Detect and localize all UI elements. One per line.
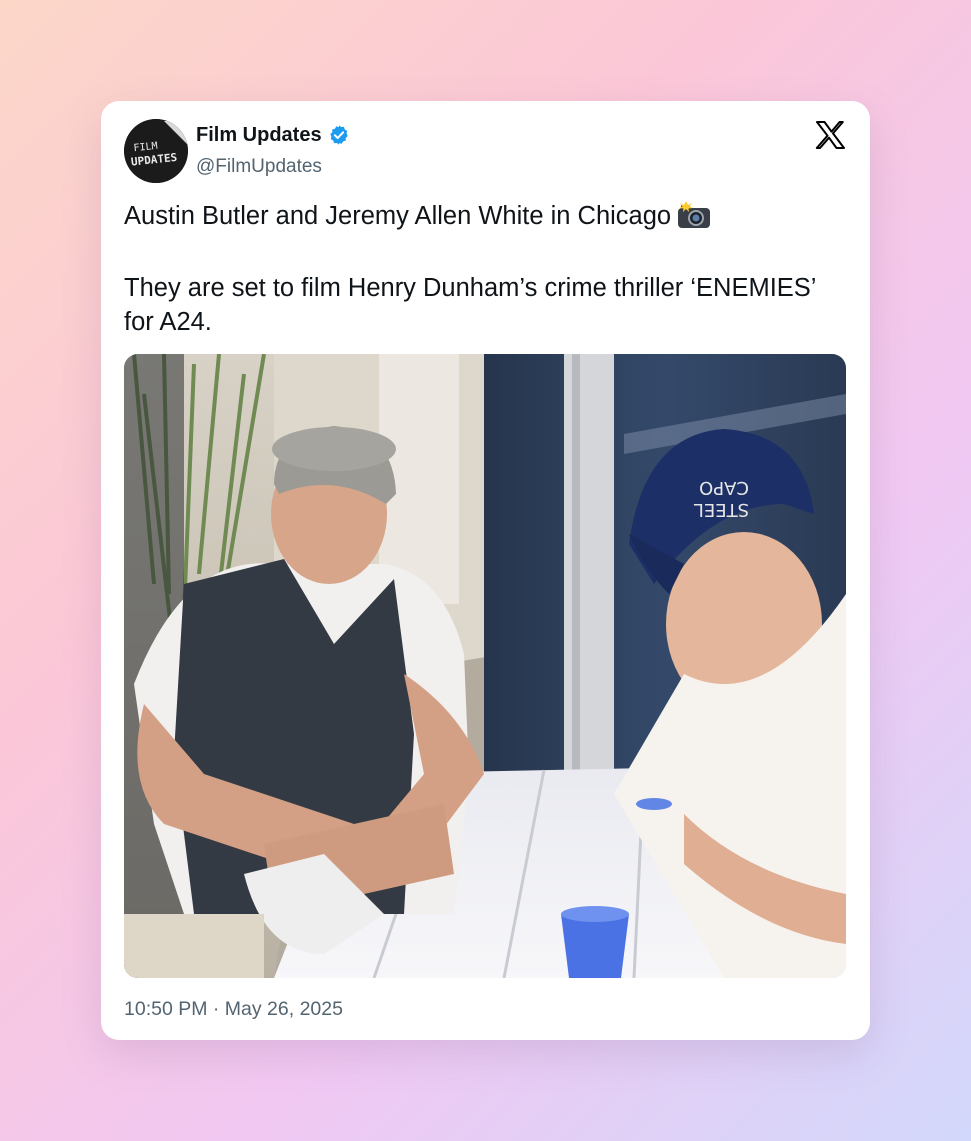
tweet-photo[interactable]: CAPO STEEL (124, 354, 846, 978)
hat-text-capo: CAPO (699, 477, 749, 498)
author-avatar[interactable]: FILM UPDATES (124, 119, 188, 183)
author-handle[interactable]: @FilmUpdates (196, 155, 322, 179)
tweet-text-line-2: They are set to film Henry Dunham’s crim… (124, 274, 816, 336)
tweet-text-line-1: Austin Butler and Jeremy Allen White in … (124, 199, 844, 238)
photo-illustration: CAPO STEEL (124, 354, 846, 978)
x-logo-icon[interactable] (814, 119, 846, 151)
film-updates-logo-icon: FILM UPDATES (124, 119, 188, 183)
hat-text-steel: STEEL (694, 499, 749, 520)
author-display-name[interactable]: Film Updates (196, 123, 322, 147)
tweet-text: Austin Butler and Jeremy Allen White in … (124, 199, 844, 339)
author-name-row: Film Updates (196, 123, 350, 147)
tweet-text-main: Austin Butler and Jeremy Allen White in … (124, 202, 672, 230)
tweet-card: FILM UPDATES Film Updates @FilmUpdates A… (101, 101, 870, 1040)
verified-badge-icon (329, 125, 348, 145)
tweet-timestamp[interactable]: 10:50 PM · May 26, 2025 (124, 997, 343, 1021)
camera-with-flash-icon (677, 201, 711, 238)
